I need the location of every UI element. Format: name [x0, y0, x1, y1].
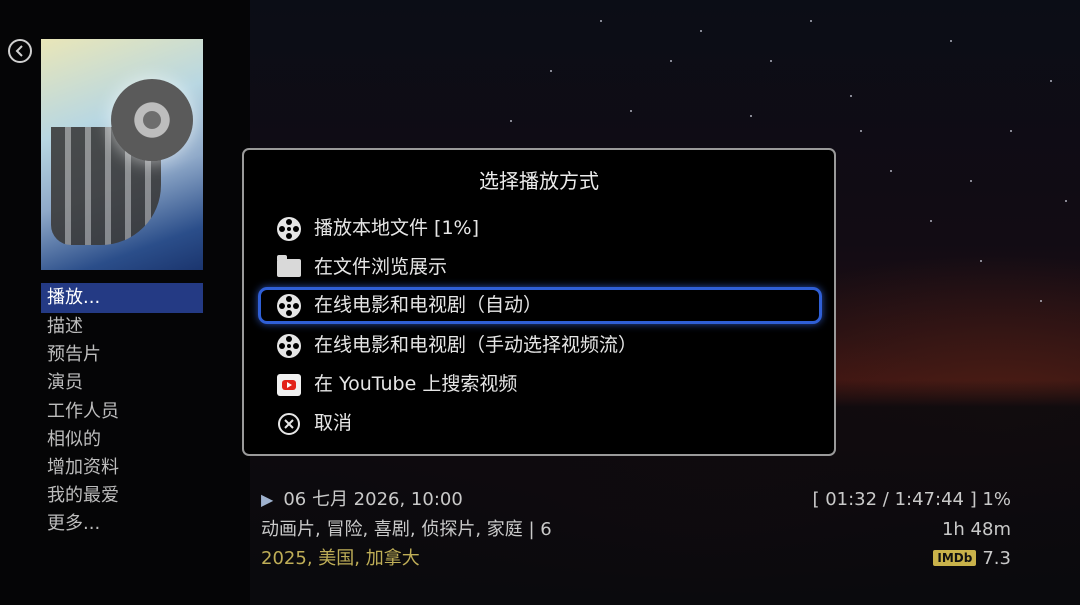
imdb-badge: IMDb: [933, 550, 977, 566]
menu-item-7[interactable]: 我的最爱: [41, 482, 203, 510]
last-played: ▶ 06 七月 2026, 10:00: [261, 486, 463, 514]
menu-item-1[interactable]: 描述: [41, 313, 203, 341]
app-root: 播放... 描述 预告片 演员 工作人员 相似的 增加资料 我的最爱 更多... ▶ 06 七月 …: [0, 0, 1080, 605]
menu-item-0[interactable]: 播放...: [41, 283, 203, 313]
last-played-datetime: 06 七月 2026, 10:00: [283, 489, 463, 510]
dialog-option-2[interactable]: 在线电影和电视剧（自动）: [258, 287, 822, 324]
imdb-rating-block: IMDb 7.3: [933, 545, 1011, 573]
play-method-dialog: 选择播放方式 播放本地文件 [1%] 在文件浏览展示在线电影和电视剧（自动） 在线电…: [242, 148, 836, 456]
dialog-option-5[interactable]: 取消: [258, 405, 822, 442]
dialog-option-label: 在线电影和电视剧（手动选择视频流）: [314, 334, 638, 356]
menu-item-6[interactable]: 增加资料: [41, 454, 203, 482]
film-reel-icon: [276, 333, 302, 359]
dialog-option-label: 在 YouTube 上搜索视频: [314, 373, 518, 395]
menu-item-8[interactable]: 更多...: [41, 510, 203, 538]
info-row-genres: 动画片, 冒险, 喜剧, 侦探片, 家庭 | 6 1h 48m: [261, 516, 1011, 544]
dialog-option-0[interactable]: 播放本地文件 [1%]: [258, 210, 822, 247]
imdb-rating: 7.3: [982, 548, 1011, 569]
countries: , 美国, 加拿大: [306, 548, 420, 569]
dialog-option-1[interactable]: 在文件浏览展示: [258, 249, 822, 286]
film-reel-icon: [276, 216, 302, 242]
dialog-option-3[interactable]: 在线电影和电视剧（手动选择视频流）: [258, 327, 822, 364]
menu-item-5[interactable]: 相似的: [41, 426, 203, 454]
dialog-option-label: 在文件浏览展示: [314, 256, 448, 278]
menu-item-3[interactable]: 演员: [41, 369, 203, 397]
menu-item-2[interactable]: 预告片: [41, 341, 203, 369]
year: 2025: [261, 548, 307, 569]
playback-progress: [ 01:32 / 1:47:44 ] 1%: [812, 489, 1011, 510]
youtube-icon: [276, 372, 302, 398]
dialog-option-label: 在线电影和电视剧（自动）: [314, 294, 543, 316]
info-row-date: ▶ 06 七月 2026, 10:00 [ 01:32 / 1:47:44 ] 1…: [261, 486, 1011, 514]
info-row-year: 2025, 美国, 加拿大 IMDb 7.3: [261, 545, 1011, 573]
dialog-option-4[interactable]: 在 YouTube 上搜索视频: [258, 366, 822, 403]
left-panel: 播放... 描述 预告片 演员 工作人员 相似的 增加资料 我的最爱 更多...: [0, 0, 250, 605]
poster-reel: [111, 79, 193, 161]
duration: 1h 48m: [941, 519, 1011, 540]
dialog-title: 选择播放方式: [479, 169, 599, 193]
menu-item-4[interactable]: 工作人员: [41, 398, 203, 426]
genres: 动画片, 冒险, 喜剧, 侦探片, 家庭 | 6: [261, 519, 552, 540]
dialog-option-label: 取消: [314, 412, 353, 434]
dialog-option-label: 播放本地文件 [1%]: [314, 217, 480, 239]
back-button[interactable]: [8, 39, 32, 63]
film-reel-icon: [276, 293, 302, 319]
play-icon: ▶: [261, 490, 274, 509]
folder-icon: [276, 255, 302, 281]
year-countries: 2025, 美国, 加拿大: [261, 545, 420, 573]
chevron-left-icon: [15, 45, 23, 57]
side-menu: 播放... 描述 预告片 演员 工作人员 相似的 增加资料 我的最爱 更多...: [41, 283, 203, 539]
movie-poster: [41, 39, 203, 270]
cancel-icon: [276, 411, 302, 437]
